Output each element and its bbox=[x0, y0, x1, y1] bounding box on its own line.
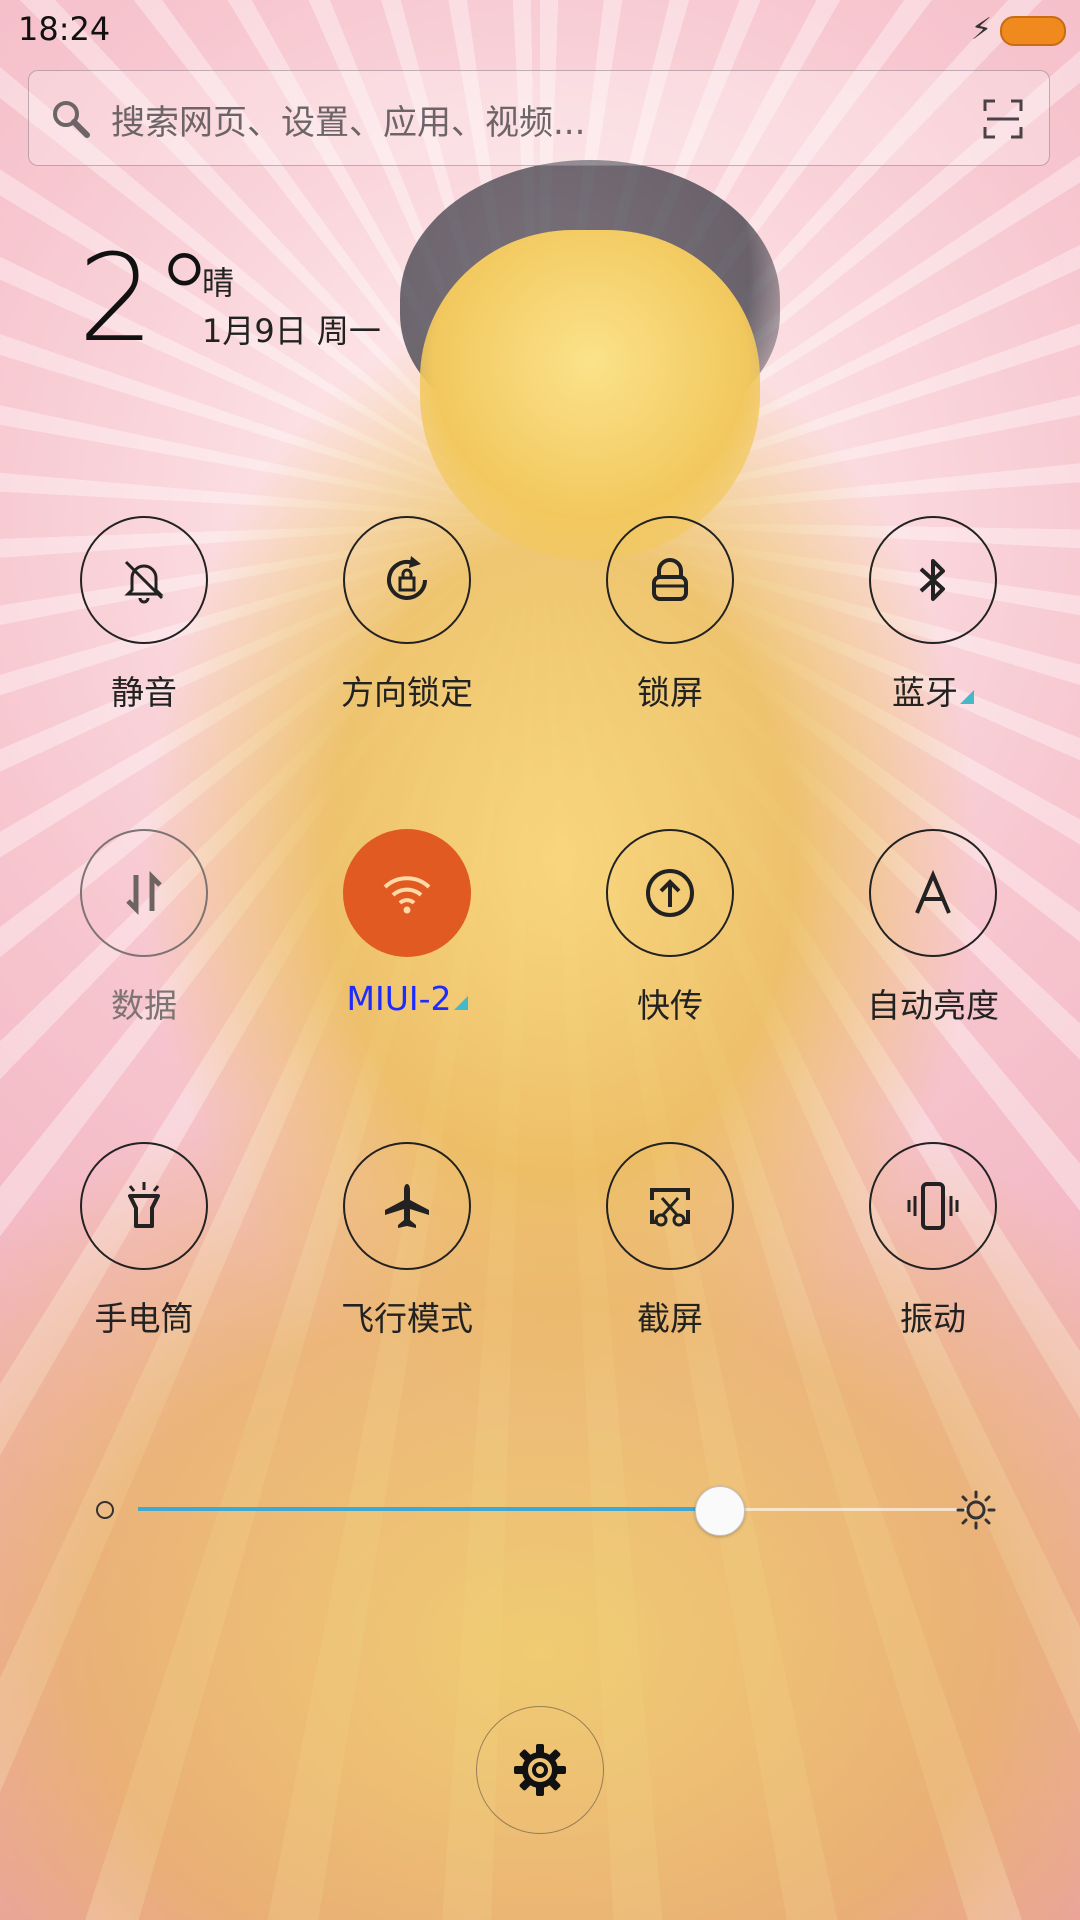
bolt-icon: ⚡ bbox=[970, 12, 992, 47]
toggle-screenshot[interactable]: 截屏 bbox=[540, 1142, 800, 1340]
toggle-mobile-data-label: 数据 bbox=[111, 986, 177, 1025]
toggle-auto-brightness-label: 自动亮度 bbox=[867, 986, 999, 1025]
toggle-wifi[interactable]: MIUI-2 bbox=[277, 829, 537, 1018]
brightness-slider[interactable] bbox=[90, 1486, 996, 1536]
toggle-bluetooth-button[interactable] bbox=[869, 516, 997, 644]
wifi-icon bbox=[383, 876, 431, 914]
toggle-flashlight-button[interactable] bbox=[80, 1142, 208, 1270]
toggle-rotation-lock-label: 方向锁定 bbox=[341, 673, 473, 712]
toggle-screenshot-label: 截屏 bbox=[637, 1299, 703, 1338]
toggle-silent[interactable]: 静音 bbox=[14, 516, 274, 714]
toggle-airplane[interactable]: 飞行模式 bbox=[277, 1142, 537, 1340]
toggle-lock-screen-label: 锁屏 bbox=[637, 673, 703, 712]
brightness-low-icon bbox=[96, 1501, 114, 1519]
brightness-thumb[interactable] bbox=[695, 1486, 745, 1536]
bluetooth-icon bbox=[919, 559, 945, 601]
toggle-bluetooth-label: 蓝牙 bbox=[803, 666, 1063, 714]
toggle-bluetooth[interactable]: 蓝牙 bbox=[803, 516, 1063, 714]
toggle-auto-brightness[interactable]: 自动亮度 bbox=[803, 829, 1063, 1027]
toggle-silent-label: 静音 bbox=[111, 673, 177, 712]
search-bar[interactable]: 搜索网页、设置、应用、视频... bbox=[28, 70, 1050, 166]
search-placeholder: 搜索网页、设置、应用、视频... bbox=[111, 103, 586, 143]
toggle-rotation-lock[interactable]: 方向锁定 bbox=[277, 516, 537, 714]
battery-icon bbox=[1000, 16, 1066, 46]
toggle-vibrate[interactable]: 振动 bbox=[803, 1142, 1063, 1340]
scan-icon[interactable] bbox=[981, 97, 1025, 141]
toggle-wifi-button[interactable] bbox=[343, 829, 471, 957]
toggle-vibrate-label: 振动 bbox=[900, 1299, 966, 1338]
toggle-mobile-data[interactable]: 数据 bbox=[14, 829, 274, 1027]
toggle-silent-button[interactable] bbox=[80, 516, 208, 644]
toggle-lock-screen-button[interactable] bbox=[606, 516, 734, 644]
toggle-wifi-label: MIUI-2 bbox=[277, 979, 537, 1018]
toggle-flashlight[interactable]: 手电筒 bbox=[14, 1142, 274, 1340]
toggle-airplane-label: 飞行模式 bbox=[341, 1299, 473, 1338]
more-indicator-icon bbox=[960, 690, 974, 704]
toggle-share[interactable]: 快传 bbox=[540, 829, 800, 1027]
mobile-data-icon bbox=[126, 870, 162, 916]
toggle-share-button[interactable] bbox=[606, 829, 734, 957]
toggle-bluetooth-label-text: 蓝牙 bbox=[892, 673, 958, 712]
settings-button[interactable] bbox=[476, 1706, 604, 1834]
toggle-rotation-lock-button[interactable] bbox=[343, 516, 471, 644]
wallpaper-figure-face bbox=[420, 230, 760, 560]
toggle-screenshot-button[interactable] bbox=[606, 1142, 734, 1270]
bell-off-icon bbox=[124, 560, 164, 604]
weather-temperature: 2° bbox=[78, 230, 215, 369]
status-time: 18:24 bbox=[18, 10, 111, 48]
flashlight-icon bbox=[128, 1182, 160, 1228]
more-indicator-icon bbox=[453, 996, 468, 1010]
airplane-icon bbox=[385, 1184, 429, 1228]
screenshot-icon bbox=[650, 1188, 690, 1227]
toggle-airplane-button[interactable] bbox=[343, 1142, 471, 1270]
toggle-wifi-label-text: MIUI-2 bbox=[346, 979, 452, 1018]
rotation-lock-icon bbox=[387, 556, 427, 600]
brightness-high-icon bbox=[956, 1490, 996, 1530]
status-bar: 18:24 ⚡ bbox=[0, 0, 1080, 60]
brightness-fill bbox=[138, 1507, 719, 1511]
toggle-lock-screen[interactable]: 锁屏 bbox=[540, 516, 800, 714]
toggle-vibrate-button[interactable] bbox=[869, 1142, 997, 1270]
gear-icon bbox=[514, 1744, 566, 1796]
auto-brightness-icon bbox=[915, 869, 951, 914]
lock-icon bbox=[652, 558, 688, 601]
toggle-share-label: 快传 bbox=[637, 986, 703, 1025]
share-icon bbox=[646, 869, 694, 917]
toggle-flashlight-label: 手电筒 bbox=[94, 1299, 194, 1338]
weather-date: 1月9日 周一 bbox=[202, 312, 381, 350]
vibrate-icon bbox=[907, 1182, 959, 1230]
toggle-mobile-data-button[interactable] bbox=[80, 829, 208, 957]
search-icon bbox=[53, 101, 90, 138]
weather-condition: 晴 bbox=[202, 264, 235, 302]
toggle-auto-brightness-button[interactable] bbox=[869, 829, 997, 957]
